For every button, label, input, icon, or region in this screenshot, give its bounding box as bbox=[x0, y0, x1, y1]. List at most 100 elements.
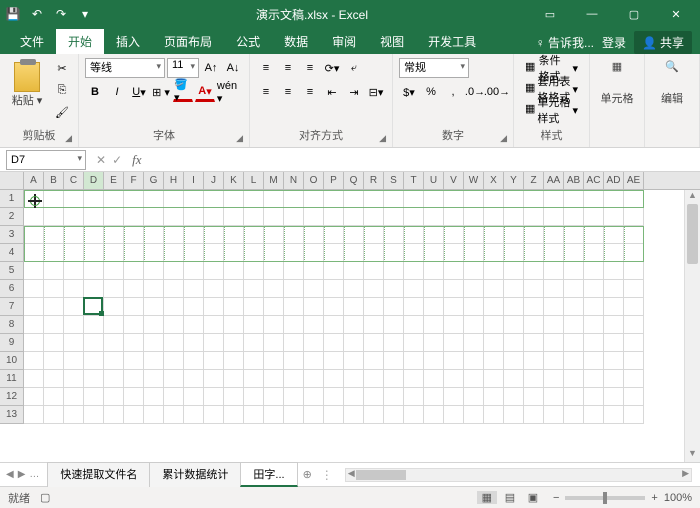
cell[interactable] bbox=[184, 262, 204, 280]
cell[interactable] bbox=[444, 244, 464, 262]
cell[interactable] bbox=[344, 352, 364, 370]
cell[interactable] bbox=[484, 352, 504, 370]
cell[interactable] bbox=[584, 190, 604, 208]
column-header[interactable]: O bbox=[304, 172, 324, 189]
cut-button[interactable]: ✂ bbox=[52, 58, 72, 78]
cell[interactable] bbox=[624, 262, 644, 280]
row-header[interactable]: 3 bbox=[0, 226, 24, 244]
cell[interactable] bbox=[484, 334, 504, 352]
page-layout-view-icon[interactable]: ▤ bbox=[500, 491, 520, 504]
cell[interactable] bbox=[344, 334, 364, 352]
cell[interactable] bbox=[424, 406, 444, 424]
cell[interactable] bbox=[564, 370, 584, 388]
cell[interactable] bbox=[384, 370, 404, 388]
cell[interactable] bbox=[124, 244, 144, 262]
phonetic-button[interactable]: wén ▾ bbox=[217, 82, 237, 102]
cell[interactable] bbox=[624, 208, 644, 226]
cell[interactable] bbox=[364, 370, 384, 388]
cell[interactable] bbox=[504, 388, 524, 406]
cell[interactable] bbox=[104, 370, 124, 388]
column-header[interactable]: G bbox=[144, 172, 164, 189]
cell[interactable] bbox=[284, 370, 304, 388]
cell[interactable] bbox=[124, 352, 144, 370]
share-button[interactable]: 👤 共享 bbox=[634, 31, 692, 54]
cell[interactable] bbox=[324, 226, 344, 244]
column-header[interactable]: R bbox=[364, 172, 384, 189]
cell[interactable] bbox=[144, 316, 164, 334]
cell[interactable] bbox=[64, 316, 84, 334]
cell[interactable] bbox=[424, 190, 444, 208]
zoom-level[interactable]: 100% bbox=[664, 492, 692, 504]
cell[interactable] bbox=[164, 280, 184, 298]
cell[interactable] bbox=[404, 280, 424, 298]
column-header[interactable]: J bbox=[204, 172, 224, 189]
cell[interactable] bbox=[184, 352, 204, 370]
cell[interactable] bbox=[144, 190, 164, 208]
cell[interactable] bbox=[64, 406, 84, 424]
cell[interactable] bbox=[144, 370, 164, 388]
cell[interactable] bbox=[364, 406, 384, 424]
cell[interactable] bbox=[284, 190, 304, 208]
decrease-font-button[interactable]: A↓ bbox=[223, 58, 243, 78]
cell[interactable] bbox=[204, 190, 224, 208]
cell[interactable] bbox=[584, 334, 604, 352]
cell[interactable] bbox=[524, 298, 544, 316]
cell[interactable] bbox=[344, 280, 364, 298]
cell[interactable] bbox=[544, 262, 564, 280]
cell[interactable] bbox=[564, 244, 584, 262]
cell[interactable] bbox=[564, 352, 584, 370]
italic-button[interactable]: I bbox=[107, 82, 127, 102]
cell[interactable] bbox=[244, 262, 264, 280]
cell-styles-button[interactable]: ▦单元格样式 ▾ bbox=[520, 100, 583, 120]
cell[interactable] bbox=[324, 208, 344, 226]
cell[interactable] bbox=[404, 226, 424, 244]
cell[interactable] bbox=[104, 190, 124, 208]
cell[interactable] bbox=[264, 298, 284, 316]
cell[interactable] bbox=[404, 244, 424, 262]
cell[interactable] bbox=[44, 226, 64, 244]
cell[interactable] bbox=[544, 280, 564, 298]
cell[interactable] bbox=[604, 352, 624, 370]
cell[interactable] bbox=[184, 388, 204, 406]
cell[interactable] bbox=[604, 280, 624, 298]
cell[interactable] bbox=[524, 388, 544, 406]
cell[interactable] bbox=[44, 352, 64, 370]
align-middle-button[interactable]: ≡ bbox=[278, 58, 298, 78]
cell[interactable] bbox=[384, 298, 404, 316]
cell[interactable] bbox=[204, 262, 224, 280]
cell[interactable] bbox=[124, 190, 144, 208]
cell[interactable] bbox=[564, 190, 584, 208]
column-header[interactable]: W bbox=[464, 172, 484, 189]
decrease-decimal-button[interactable]: .00→ bbox=[487, 82, 507, 102]
cell[interactable] bbox=[204, 388, 224, 406]
cell[interactable] bbox=[164, 262, 184, 280]
name-box[interactable]: D7 bbox=[6, 150, 86, 170]
row-header[interactable]: 4 bbox=[0, 244, 24, 262]
cell[interactable] bbox=[524, 352, 544, 370]
cell[interactable] bbox=[584, 280, 604, 298]
cell[interactable] bbox=[144, 388, 164, 406]
cell[interactable] bbox=[464, 370, 484, 388]
cell[interactable] bbox=[204, 208, 224, 226]
row-header[interactable]: 2 bbox=[0, 208, 24, 226]
cancel-formula-icon[interactable]: ✕ bbox=[96, 153, 106, 167]
merge-button[interactable]: ⊟▾ bbox=[366, 82, 386, 102]
cell[interactable] bbox=[624, 316, 644, 334]
cell[interactable] bbox=[44, 280, 64, 298]
select-all-corner[interactable] bbox=[0, 172, 24, 190]
normal-view-icon[interactable]: ▦ bbox=[477, 491, 497, 504]
scroll-down-icon[interactable]: ▼ bbox=[685, 448, 700, 462]
font-color-button[interactable]: A▾ bbox=[195, 82, 215, 102]
align-right-button[interactable]: ≡ bbox=[300, 82, 320, 102]
column-header[interactable]: P bbox=[324, 172, 344, 189]
cell[interactable] bbox=[244, 208, 264, 226]
cell[interactable] bbox=[504, 370, 524, 388]
cell[interactable] bbox=[184, 298, 204, 316]
cell[interactable] bbox=[604, 298, 624, 316]
cell[interactable] bbox=[444, 226, 464, 244]
cell[interactable] bbox=[124, 298, 144, 316]
cell[interactable] bbox=[224, 262, 244, 280]
cell[interactable] bbox=[564, 208, 584, 226]
dialog-launcher-icon[interactable]: ◢ bbox=[500, 133, 507, 144]
cell[interactable] bbox=[124, 208, 144, 226]
